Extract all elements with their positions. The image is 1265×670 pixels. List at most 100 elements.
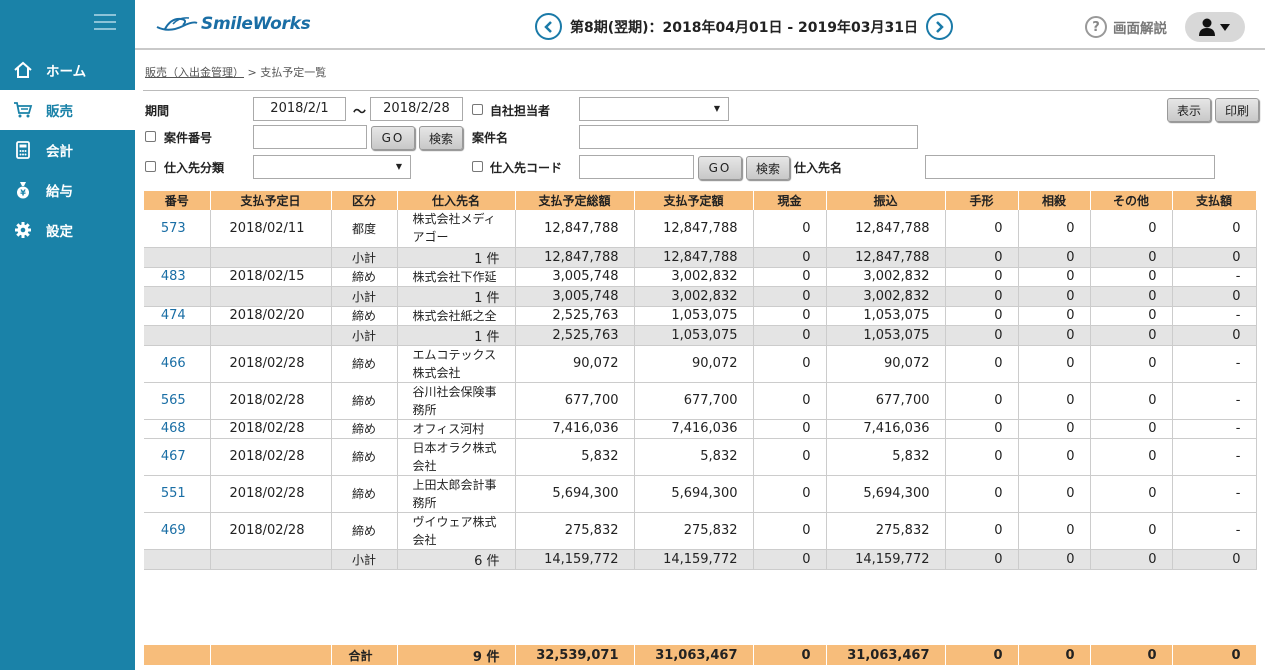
cell-offset: 0 [1018, 382, 1091, 420]
cell-other: 0 [1090, 512, 1173, 550]
range-tilde: 〜 [353, 105, 367, 120]
column-header: 支払予定総額 [515, 191, 635, 210]
case-no-checkbox[interactable] [145, 131, 156, 142]
breadcrumb-link-sales[interactable]: 販売（入出金管理） [145, 66, 244, 79]
cell-planned: 5,694,300 [634, 475, 754, 513]
question-icon: ? [1085, 16, 1107, 38]
total-other: 0 [1090, 645, 1173, 665]
table-row[interactable]: 565 2018/02/28 締め 谷川社会保険事務所 677,700 677,700 0 6… [144, 382, 1257, 420]
nav-item-payroll[interactable]: ¥ 給与 [0, 170, 135, 210]
show-button[interactable]: 表示 [1167, 98, 1211, 122]
logo[interactable]: SmileWorks [155, 14, 311, 34]
cell-total: 2,525,763 [515, 306, 635, 326]
date-from-field[interactable]: 2018/2/1 [253, 97, 346, 121]
nav-item-accounting[interactable]: 会計 [0, 130, 135, 170]
cell-date: 2018/02/28 [210, 475, 332, 513]
supplier-class-select[interactable]: ▼ [253, 155, 411, 179]
cell-no [144, 549, 211, 570]
cell-name: オフィス河村 [397, 419, 516, 439]
cell-paid: - [1172, 512, 1257, 550]
hamburger-menu-icon[interactable] [94, 14, 116, 34]
table-row[interactable]: 468 2018/02/28 締め オフィス河村 7,416,036 7,416,036 0… [144, 419, 1257, 439]
cell-total: 5,832 [515, 438, 635, 476]
case-no-field[interactable] [253, 125, 367, 149]
total-planned: 31,063,467 [634, 645, 754, 665]
cell-date [210, 325, 332, 346]
cell-no[interactable]: 551 [144, 475, 211, 513]
cell-cash: 0 [753, 419, 827, 439]
date-to-field[interactable]: 2018/2/28 [370, 97, 463, 121]
cell-paid: - [1172, 475, 1257, 513]
total-transfer: 31,063,467 [826, 645, 946, 665]
period-navigation: 第8期(翌期)：2018年04月01日 - 2019年03月31日 [535, 13, 953, 40]
supplier-code-checkbox[interactable] [472, 161, 483, 172]
cell-bill: 0 [945, 306, 1019, 326]
cell-total: 12,847,788 [515, 247, 635, 268]
table-row[interactable]: 551 2018/02/28 締め 上田太郎会計事務所 5,694,300 5,694,3… [144, 475, 1257, 513]
cell-kubun: 締め [331, 382, 398, 420]
cell-planned: 677,700 [634, 382, 754, 420]
cell-date: 2018/02/28 [210, 438, 332, 476]
cell-paid: 0 [1172, 549, 1257, 570]
supplier-class-checkbox[interactable] [145, 161, 156, 172]
cell-bill: 0 [945, 325, 1019, 346]
cell-paid: 0 [1172, 210, 1257, 248]
payment-schedule-table: 番号 支払予定日 区分 仕入先名 支払予定総額 支払予定額 現金 振込 手形 相殺 その他 支払額 5… [144, 191, 1257, 570]
header: SmileWorks 第8期(翌期)：2018年04月01日 - 2019年03… [135, 0, 1265, 50]
breadcrumb-separator: > [247, 66, 257, 79]
staff-checkbox[interactable] [472, 104, 483, 115]
supplier-name-field[interactable] [925, 155, 1215, 179]
print-button[interactable]: 印刷 [1215, 98, 1259, 122]
case-search-button[interactable]: 検索 [419, 126, 463, 150]
cell-cash: 0 [753, 267, 827, 287]
calculator-icon [0, 140, 46, 160]
cell-no[interactable]: 467 [144, 438, 211, 476]
staff-select[interactable]: ▼ [579, 97, 729, 121]
cell-other: 0 [1090, 306, 1173, 326]
cell-paid: 0 [1172, 325, 1257, 346]
cell-date: 2018/02/20 [210, 306, 332, 326]
total-paid: 0 [1172, 645, 1257, 665]
table-row[interactable]: 469 2018/02/28 締め ヴイウェア株式会社 275,832 275,832 0 2… [144, 512, 1257, 550]
cell-no[interactable]: 565 [144, 382, 211, 420]
table-row[interactable]: 474 2018/02/20 締め 株式会社紙之全 2,525,763 1,053,075… [144, 306, 1257, 326]
case-no-label: 案件番号 [164, 131, 213, 145]
help-button[interactable]: ? 画面解説 [1085, 16, 1167, 38]
cell-no[interactable]: 483 [144, 267, 211, 287]
nav-item-sales[interactable]: 販売 [0, 90, 135, 130]
cell-cash: 0 [753, 247, 827, 268]
nav-item-home[interactable]: ホーム [0, 50, 135, 90]
case-go-button[interactable]: GO [371, 126, 415, 150]
total-bill: 0 [945, 645, 1019, 665]
supplier-go-button[interactable]: GO [698, 156, 742, 180]
cell-date [210, 286, 332, 307]
user-menu-button[interactable] [1185, 12, 1245, 42]
cell-no[interactable]: 474 [144, 306, 211, 326]
table-row[interactable]: 467 2018/02/28 締め 日本オラク株式会社 5,832 5,832 0 5,832… [144, 438, 1257, 476]
nav-item-settings[interactable]: 設定 [0, 210, 135, 250]
prev-period-button[interactable] [535, 13, 562, 40]
cell-planned: 90,072 [634, 345, 754, 383]
next-period-button[interactable] [925, 13, 953, 40]
cell-other: 0 [1090, 382, 1173, 420]
cell-no[interactable]: 469 [144, 512, 211, 550]
cell-kubun: 締め [331, 438, 398, 476]
table-row[interactable]: 483 2018/02/15 締め 株式会社下作延 3,005,748 3,002,832… [144, 267, 1257, 287]
cell-planned: 1,053,075 [634, 325, 754, 346]
cell-no[interactable]: 468 [144, 419, 211, 439]
smileworks-logo-icon [156, 17, 198, 31]
column-header: 支払予定額 [634, 191, 754, 210]
cell-name: 株式会社メディアゴー [397, 210, 516, 248]
cell-transfer: 5,832 [826, 438, 946, 476]
cell-no[interactable]: 573 [144, 210, 211, 248]
supplier-code-field[interactable] [579, 155, 694, 179]
cell-paid: 0 [1172, 247, 1257, 268]
table-row[interactable]: 573 2018/02/11 都度 株式会社メディアゴー 12,847,788 12,84… [144, 210, 1257, 248]
cell-name: 1 件 [397, 247, 516, 268]
case-name-field[interactable] [579, 125, 918, 149]
supplier-search-button[interactable]: 検索 [746, 156, 790, 180]
cell-cash: 0 [753, 512, 827, 550]
table-row[interactable]: 466 2018/02/28 締め エムコテックス株式会社 90,072 90,072 0 9… [144, 345, 1257, 383]
cell-paid: 0 [1172, 286, 1257, 307]
cell-no[interactable]: 466 [144, 345, 211, 383]
